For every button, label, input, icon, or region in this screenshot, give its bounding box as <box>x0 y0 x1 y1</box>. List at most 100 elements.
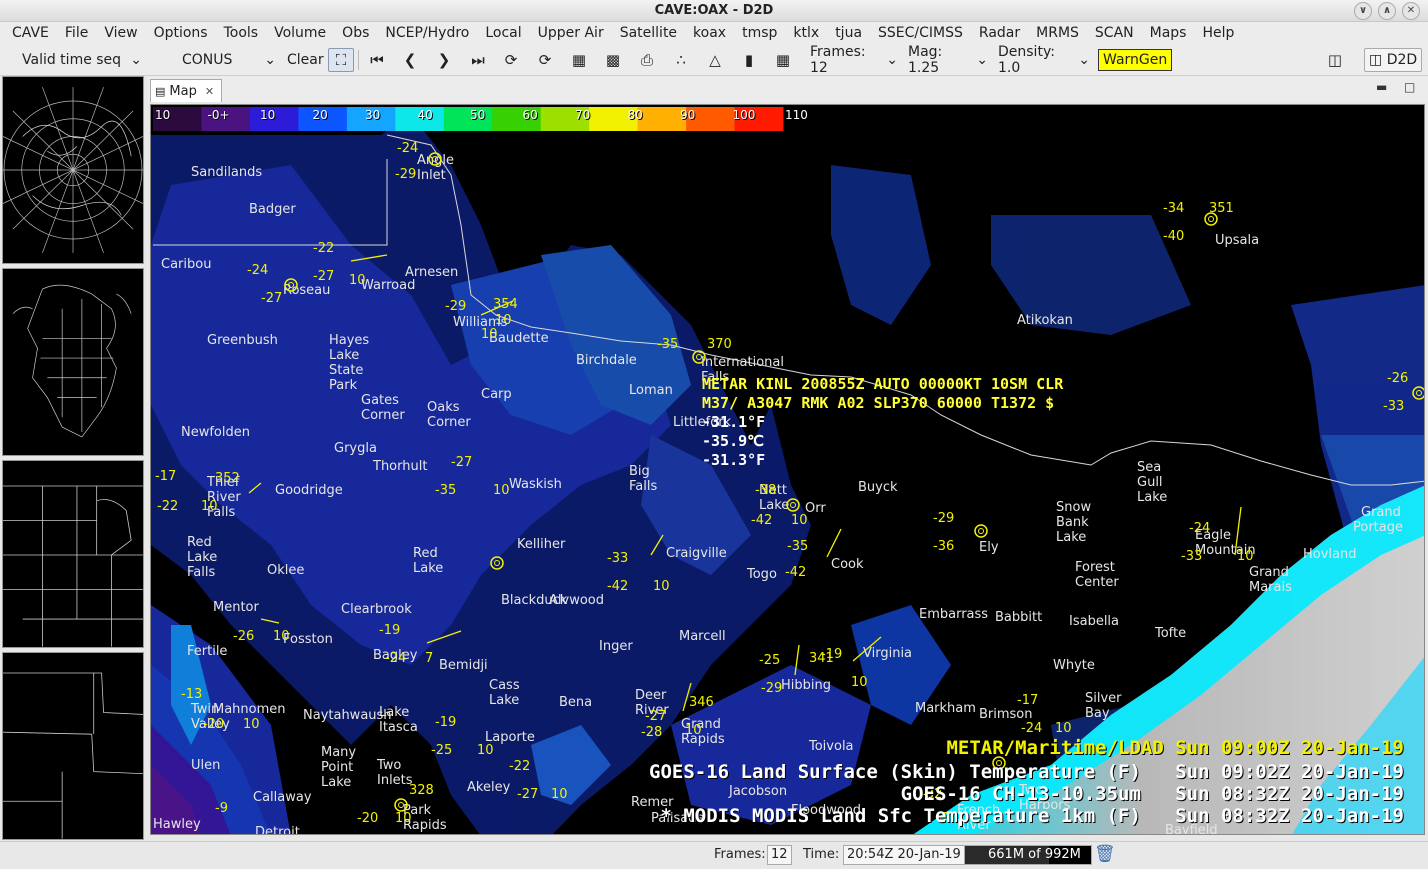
density-dropdown[interactable]: Density: 1.0 ⌄ <box>994 44 1094 76</box>
loop-mode-dropdown[interactable]: Valid time seq ⌄ <box>6 48 146 72</box>
first-frame-icon[interactable]: ⏮ <box>364 48 390 72</box>
thumbnail-local-map[interactable] <box>2 652 144 840</box>
place-label: Ulen <box>191 758 221 773</box>
tab-map-label: Map <box>169 83 197 99</box>
observation-value: -24 <box>1021 721 1043 736</box>
menu-options[interactable]: Options <box>146 25 216 41</box>
single-panel-icon[interactable]: ▮ <box>736 48 762 72</box>
menu-file[interactable]: File <box>57 25 96 41</box>
place-label: Inger <box>599 639 633 654</box>
observation-value: -24 <box>385 651 407 666</box>
place-label: Marcell <box>679 629 726 644</box>
observation-value: -27 <box>451 455 473 470</box>
points-icon[interactable]: ∴ <box>668 48 694 72</box>
menu-maps[interactable]: Maps <box>1142 25 1195 41</box>
menu-cave[interactable]: CAVE <box>4 25 57 41</box>
observation-value: -27 <box>313 269 335 284</box>
observation-value: -29 <box>761 681 783 696</box>
colorbar-tick-label: 110 <box>785 108 808 122</box>
minimize-panel-icon[interactable]: ▬ <box>1376 80 1387 94</box>
warngen-button[interactable]: WarnGen <box>1098 49 1173 71</box>
menu-scan[interactable]: SCAN <box>1087 25 1142 41</box>
place-label: Greenbush <box>207 333 278 348</box>
menu-ncep-hydro[interactable]: NCEP/Hydro <box>377 25 477 41</box>
loop-icon[interactable]: ⟳ <box>498 48 524 72</box>
place-label: Itasca <box>379 720 418 735</box>
d2d-perspective-button[interactable]: ◫ D2D <box>1364 48 1423 72</box>
image-properties-icon[interactable]: ▩ <box>600 48 626 72</box>
place-label: Hawley <box>153 817 201 832</box>
place-label: Lake <box>1056 530 1087 545</box>
legend-modis[interactable]: * MODIS MODIS Land Sfc Temperature 1km (… <box>660 805 1404 827</box>
layers-icon[interactable]: ▦ <box>566 48 592 72</box>
observation-value: 7 <box>425 651 434 666</box>
menu-volume[interactable]: Volume <box>266 25 334 41</box>
sample-icon[interactable]: △ <box>702 48 728 72</box>
maximize-window-button[interactable]: ∧ <box>1378 2 1396 20</box>
place-label: Sea <box>1137 460 1162 475</box>
place-label: Bank <box>1056 515 1089 530</box>
minimize-window-button[interactable]: ∨ <box>1354 2 1372 20</box>
menu-view[interactable]: View <box>96 25 145 41</box>
mag-value: Mag: 1.25 <box>908 44 943 76</box>
place-label: Silver <box>1085 691 1122 706</box>
last-frame-icon[interactable]: ⏭ <box>465 48 491 72</box>
menu-koax[interactable]: koax <box>685 25 734 41</box>
observation-value: -27 <box>261 291 283 306</box>
zoom-extent-icon[interactable]: ⛶ <box>328 48 354 72</box>
print-icon[interactable]: ⎙ <box>634 48 660 72</box>
menu-tmsp[interactable]: tmsp <box>734 25 785 41</box>
place-label: Lake <box>321 775 352 790</box>
trash-icon[interactable]: 🗑 <box>1094 844 1116 864</box>
menu-ssec-cimss[interactable]: SSEC/CIMSS <box>870 25 971 41</box>
map-icon: ▤ <box>155 84 166 98</box>
place-label: Point <box>321 760 354 775</box>
thumbnail-north-america-map[interactable] <box>2 268 144 456</box>
menu-radar[interactable]: Radar <box>971 25 1028 41</box>
tab-map[interactable]: ▤ Map ✕ <box>150 79 222 102</box>
maximize-panel-icon[interactable]: □ <box>1404 80 1415 94</box>
place-label: Lake <box>379 705 410 720</box>
density-value: Density: 1.0 <box>998 44 1055 76</box>
open-perspective-icon[interactable]: ◫ <box>1322 48 1348 72</box>
menu-satellite[interactable]: Satellite <box>612 25 685 41</box>
legend-goes-ch13[interactable]: GOES-16 CH-13-10.35um Sun 08:32Z 20-Jan-… <box>901 783 1404 805</box>
legend-metar[interactable]: METAR/Maritime/LDAD Sun 09:00Z 20-Jan-19 <box>946 737 1404 759</box>
observation-value: 10 <box>395 811 412 826</box>
menu-obs[interactable]: Obs <box>334 25 377 41</box>
menu-mrms[interactable]: MRMS <box>1028 25 1087 41</box>
scale-dropdown[interactable]: CONUS ⌄ <box>168 48 280 72</box>
place-label: Bena <box>559 695 593 710</box>
place-label: Snow <box>1056 500 1092 515</box>
menu-ktlx[interactable]: ktlx <box>785 25 827 41</box>
close-window-button[interactable]: ✕ <box>1402 2 1420 20</box>
place-label: Buyck <box>858 480 898 495</box>
frames-dropdown[interactable]: Frames: 12 ⌄ <box>806 44 902 76</box>
observation-value: -34 <box>1163 201 1185 216</box>
menu-tools[interactable]: Tools <box>216 25 267 41</box>
legend-goes-lst[interactable]: GOES-16 Land Surface (Skin) Temperature … <box>649 761 1404 783</box>
thumbnail-polar-map[interactable] <box>2 76 144 264</box>
refresh-icon[interactable]: ⟳ <box>532 48 558 72</box>
previous-frame-icon[interactable]: ❮ <box>397 48 423 72</box>
next-frame-icon[interactable]: ❯ <box>431 48 457 72</box>
menu-tjua[interactable]: tjua <box>827 25 870 41</box>
place-label: Loman <box>629 383 673 398</box>
observation-value: -35 <box>787 539 809 554</box>
place-label: International <box>701 355 784 370</box>
menu-local[interactable]: Local <box>477 25 529 41</box>
colorbar-labels: 10 -0+ 10 20 30 40 50 60 70 80 90 100 110 <box>153 107 808 127</box>
observation-value: -25 <box>431 743 453 758</box>
place-label: Big <box>629 464 650 479</box>
close-icon[interactable]: ✕ <box>205 85 214 98</box>
map-display[interactable]: 10 -0+ 10 20 30 40 50 60 70 80 90 100 110 Sandilands… <box>150 104 1425 835</box>
thumbnail-regional-map[interactable] <box>2 460 144 648</box>
observation-value: 370 <box>707 337 732 352</box>
clear-button[interactable]: Clear <box>287 48 324 72</box>
place-label: Carp <box>481 387 512 402</box>
mag-dropdown[interactable]: Mag: 1.25 ⌄ <box>904 44 992 76</box>
four-panel-icon[interactable]: ▦ <box>770 48 796 72</box>
menu-help[interactable]: Help <box>1194 25 1242 41</box>
observation-value: 10 <box>685 723 702 738</box>
menu-upper-air[interactable]: Upper Air <box>530 25 612 41</box>
